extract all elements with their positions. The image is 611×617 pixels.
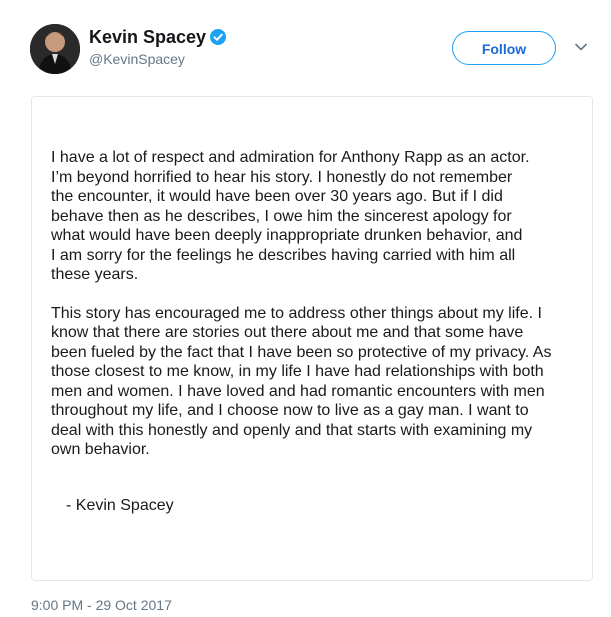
statement-line: I’m beyond horrified to hear his story. … (51, 168, 513, 186)
statement-line: behave then as he describes, I owe him t… (51, 207, 512, 225)
chevron-down-icon[interactable] (574, 42, 588, 52)
statement-line: these years. (51, 266, 139, 283)
avatar-image (30, 24, 80, 74)
statement-line: This story has encouraged me to address … (51, 304, 542, 322)
statement-text: I have a lot of respect and admiration f… (51, 148, 591, 479)
tweet-timestamp[interactable]: 9:00 PM - 29 Oct 2017 (31, 597, 172, 613)
display-name[interactable]: Kevin Spacey (89, 27, 227, 48)
statement-line: throughout my life, and I choose now to … (51, 402, 529, 419)
statement-signature: - Kevin Spacey (66, 497, 174, 514)
statement-line: own behavior. (51, 441, 150, 458)
user-handle[interactable]: @KevinSpacey (89, 51, 185, 67)
statement-paragraph-1: I have a lot of respect and admiration f… (51, 148, 591, 285)
statement-line: what would have been deeply inappropriat… (51, 227, 523, 244)
statement-paragraph-2: This story has encouraged me to address … (51, 304, 591, 460)
verified-badge-icon (210, 29, 227, 45)
statement-image[interactable]: I have a lot of respect and admiration f… (31, 96, 593, 581)
statement-line: deal with this honestly and openly and t… (51, 421, 533, 439)
statement-line: the encounter, it would have been over 3… (51, 188, 503, 205)
statement-line: those closest to me know, in my life I h… (51, 363, 544, 380)
display-name-text[interactable]: Kevin Spacey (89, 27, 206, 47)
statement-line: know that there are stories out there ab… (51, 324, 524, 341)
statement-line: I am sorry for the feelings he describes… (51, 246, 516, 264)
statement-line: been fueled by the fact that I have been… (51, 343, 552, 361)
follow-button[interactable]: Follow (452, 31, 556, 65)
avatar[interactable] (30, 24, 80, 74)
statement-line: I have a lot of respect and admiration f… (51, 149, 530, 166)
tweet: Kevin Spacey @KevinSpacey Follow I have … (0, 0, 611, 617)
statement-line: men and women. I have loved and had roma… (51, 382, 545, 400)
